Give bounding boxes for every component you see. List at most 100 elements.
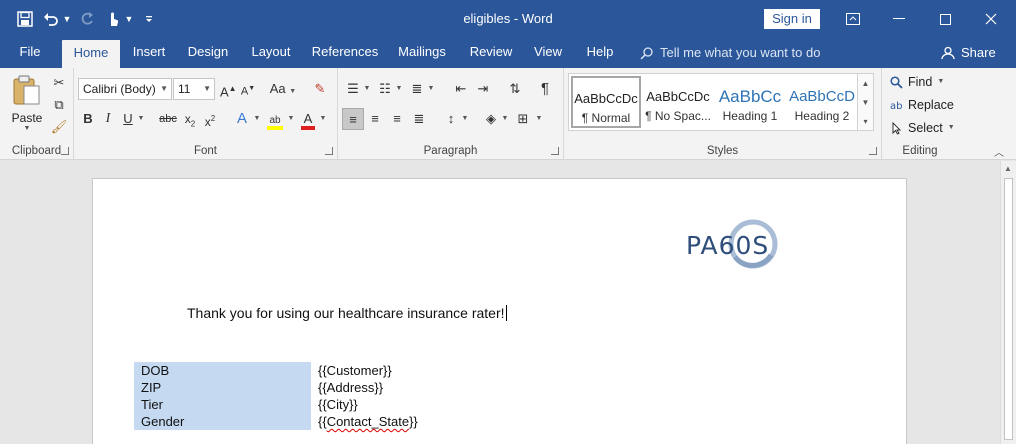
paragraph-launcher-icon[interactable] — [551, 147, 559, 155]
tab-mailings[interactable]: Mailings — [391, 38, 453, 68]
justify-icon[interactable]: ≣ — [410, 108, 428, 130]
align-left-icon[interactable]: ≡ — [342, 108, 364, 130]
highlight-icon[interactable]: ab — [266, 108, 284, 130]
bullets-dropdown-icon[interactable]: ▼ — [362, 78, 372, 100]
row-value[interactable]: {{City}} — [311, 396, 511, 413]
styles-launcher-icon[interactable] — [869, 147, 877, 155]
copy-icon[interactable]: ⧉ — [50, 94, 68, 116]
bullets-icon[interactable]: ☰ — [344, 78, 362, 100]
change-case-button[interactable]: Aa ▼ — [268, 78, 298, 100]
document-name: eligibles — [463, 11, 511, 26]
tab-references[interactable]: References — [308, 38, 382, 68]
font-launcher-icon[interactable] — [325, 147, 333, 155]
shading-icon[interactable]: ◈ — [482, 108, 500, 130]
text-effects-dropdown-icon[interactable]: ▼ — [252, 108, 262, 130]
tell-me-placeholder: Tell me what you want to do — [660, 45, 821, 60]
scroll-thumb[interactable] — [1004, 178, 1013, 440]
grow-font-icon[interactable]: A▲ — [220, 78, 237, 100]
change-case-label: Aa — [269, 81, 286, 96]
collapse-ribbon-icon[interactable]: ︿ — [994, 144, 1004, 159]
borders-dropdown-icon[interactable]: ▼ — [534, 108, 544, 130]
replace-button[interactable]: ab Replace — [890, 94, 954, 116]
shrink-font-icon[interactable]: A▼ — [240, 78, 256, 100]
font-color-dropdown-icon[interactable]: ▼ — [318, 108, 328, 130]
style-no-spacing[interactable]: AaBbCcDc ¶ No Spac... — [643, 76, 713, 128]
italic-icon[interactable]: I — [100, 108, 116, 130]
gallery-down-icon[interactable]: ▼ — [858, 93, 873, 112]
row-value[interactable]: {{Customer}} — [311, 362, 511, 379]
tab-review[interactable]: Review — [464, 38, 518, 68]
decrease-indent-icon[interactable]: ⇤ — [452, 78, 470, 100]
tab-design[interactable]: Design — [180, 38, 236, 68]
tab-home[interactable]: Home — [62, 40, 120, 68]
font-color-icon[interactable]: A — [300, 108, 316, 130]
sign-in-button[interactable]: Sign in — [764, 9, 820, 29]
table-row: ZIP {{Address}} — [134, 379, 511, 396]
ribbon-display-options-icon[interactable] — [830, 0, 876, 38]
document-page[interactable]: PA60S Thank you for using our healthcare… — [92, 178, 907, 444]
increase-indent-icon[interactable]: ⇥ — [474, 78, 492, 100]
multilevel-list-dropdown-icon[interactable]: ▼ — [426, 78, 436, 100]
ribbon-tabs: File Home Insert Design Layout Reference… — [0, 38, 1016, 68]
tab-insert[interactable]: Insert — [124, 38, 174, 68]
multilevel-list-icon[interactable]: ≣ — [408, 78, 426, 100]
strikethrough-icon[interactable]: abc — [158, 108, 178, 130]
tell-me-search[interactable]: Tell me what you want to do — [640, 38, 820, 68]
line-spacing-dropdown-icon[interactable]: ▼ — [460, 108, 470, 130]
tab-help[interactable]: Help — [580, 38, 620, 68]
text-effects-icon[interactable]: A — [234, 108, 250, 130]
close-icon[interactable] — [968, 0, 1014, 38]
minimize-icon[interactable] — [876, 0, 922, 38]
borders-icon[interactable]: ⊞ — [514, 108, 532, 130]
sort-icon[interactable]: ⇅ — [506, 78, 524, 100]
row-label[interactable]: DOB — [134, 362, 311, 379]
thank-you-paragraph[interactable]: Thank you for using our healthcare insur… — [187, 305, 507, 321]
find-dropdown-icon[interactable]: ▼ — [937, 71, 944, 93]
row-value[interactable]: {{Address}} — [311, 379, 511, 396]
vertical-scrollbar[interactable]: ▲ — [1000, 161, 1016, 444]
numbering-icon[interactable]: ☷ — [376, 78, 394, 100]
row-value[interactable]: {{Contact_State}} — [311, 413, 511, 430]
line-spacing-icon[interactable]: ↕ — [442, 108, 460, 130]
tab-view[interactable]: View — [528, 38, 568, 68]
share-button[interactable]: Share — [941, 38, 996, 68]
align-right-icon[interactable]: ≡ — [388, 108, 406, 130]
scroll-up-icon[interactable]: ▲ — [1004, 164, 1012, 173]
font-size-box[interactable]: 11 ▼ — [173, 78, 215, 100]
font-name-box[interactable]: Calibri (Body) ▼ — [78, 78, 172, 100]
shading-dropdown-icon[interactable]: ▼ — [500, 108, 510, 130]
select-button[interactable]: Select ▼ — [890, 117, 955, 139]
row-label[interactable]: Gender — [134, 413, 311, 430]
numbering-dropdown-icon[interactable]: ▼ — [394, 78, 404, 100]
row-label[interactable]: ZIP — [134, 379, 311, 396]
style-heading-1[interactable]: AaBbCc Heading 1 — [715, 76, 785, 128]
cut-icon[interactable]: ✂ — [50, 72, 68, 94]
paste-dropdown-icon[interactable]: ▼ — [10, 125, 44, 132]
gallery-more-icon[interactable]: ▾ — [858, 112, 873, 131]
subscript-icon[interactable]: x2 — [182, 108, 198, 130]
superscript-icon[interactable]: x2 — [202, 108, 218, 130]
maximize-icon[interactable] — [922, 0, 968, 38]
font-name-dropdown-icon[interactable]: ▼ — [160, 79, 168, 99]
tab-file[interactable]: File — [6, 38, 54, 68]
show-formatting-marks-icon[interactable]: ¶ — [536, 78, 554, 100]
gallery-up-icon[interactable]: ▲ — [858, 74, 873, 93]
underline-icon[interactable]: U — [120, 108, 136, 130]
style-normal[interactable]: AaBbCcDc ¶ Normal — [571, 76, 641, 128]
title-separator: - — [510, 11, 522, 26]
select-dropdown-icon[interactable]: ▼ — [948, 117, 955, 139]
underline-dropdown-icon[interactable]: ▼ — [136, 108, 146, 130]
tab-layout[interactable]: Layout — [244, 38, 298, 68]
find-button[interactable]: Find ▼ — [890, 71, 944, 93]
style-heading-2-name: Heading 2 — [794, 109, 850, 123]
row-label[interactable]: Tier — [134, 396, 311, 413]
highlight-dropdown-icon[interactable]: ▼ — [286, 108, 296, 130]
bold-icon[interactable]: B — [80, 108, 96, 130]
font-size-dropdown-icon[interactable]: ▼ — [203, 79, 211, 99]
clear-formatting-icon[interactable]: ✎ — [310, 78, 330, 100]
clipboard-launcher-icon[interactable] — [61, 147, 69, 155]
paste-button[interactable]: Paste ▼ — [10, 74, 44, 134]
style-heading-2[interactable]: AaBbCcD Heading 2 — [787, 76, 857, 128]
align-center-icon[interactable]: ≡ — [366, 108, 384, 130]
format-painter-icon[interactable]: 🖌 — [50, 116, 68, 138]
